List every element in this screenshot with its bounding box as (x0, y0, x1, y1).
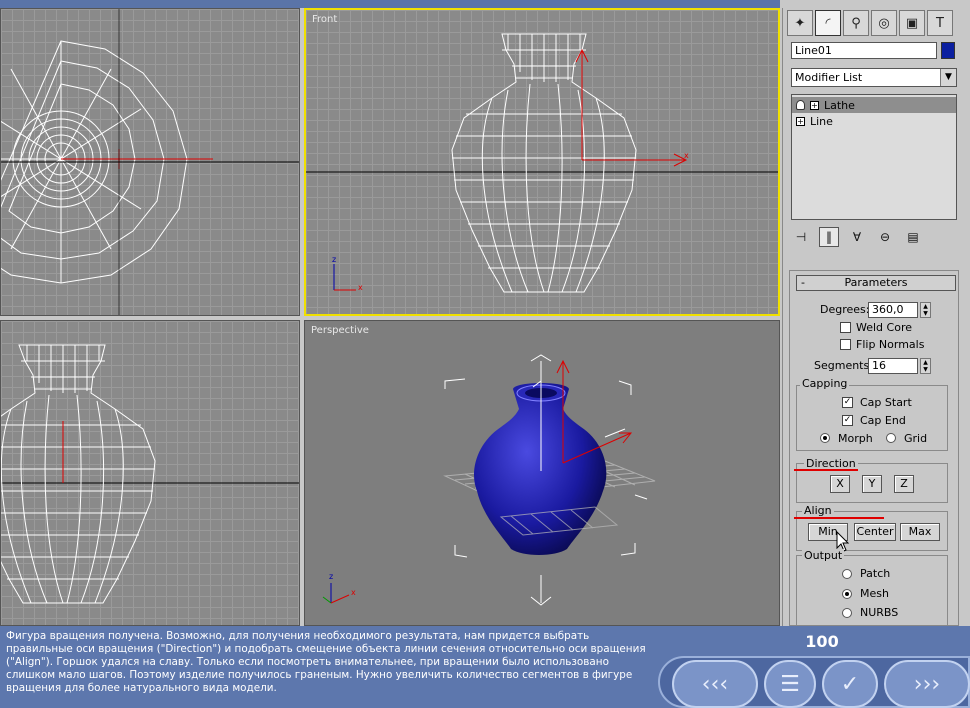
left-wireframe (1, 344, 299, 604)
display-icon[interactable]: ▣ (899, 10, 925, 36)
cap-end-checkbox[interactable]: ✓ (842, 415, 853, 426)
direction-underline (794, 469, 858, 471)
svg-text:x: x (684, 151, 689, 160)
patch-label: Patch (860, 567, 891, 580)
utilities-icon[interactable]: T (927, 10, 953, 36)
nurbs-radio[interactable] (842, 608, 852, 618)
previous-page-button[interactable]: ‹‹‹ (672, 660, 758, 708)
mesh-radio[interactable] (842, 589, 852, 599)
object-name-input[interactable]: Line01 (791, 42, 937, 59)
title-strip (0, 0, 780, 8)
viewport-front[interactable]: Front x zx (304, 8, 780, 316)
object-color-swatch[interactable] (941, 42, 955, 59)
perspective-scene: zx (322, 354, 656, 606)
motion-icon[interactable]: ◎ (871, 10, 897, 36)
morph-radio[interactable] (820, 433, 830, 443)
configure-sets-icon[interactable]: ▤ (903, 227, 923, 247)
flip-normals-checkbox[interactable] (840, 339, 851, 350)
viewport-perspective[interactable]: Perspective z x (304, 320, 780, 626)
grid-label: Grid (904, 432, 928, 445)
front-wireframe: x z x (306, 33, 778, 293)
patch-radio[interactable] (842, 569, 852, 579)
weld-core-checkbox[interactable] (840, 322, 851, 333)
weld-core-label: Weld Core (856, 321, 912, 334)
stack-item-label: Line (810, 114, 833, 128)
tutorial-description: Фигура вращения получена. Возможно, для … (6, 630, 646, 694)
checkmark-icon: ✓ (840, 671, 860, 697)
tutorial-bar: Фигура вращения получена. Возможно, для … (0, 626, 970, 708)
show-end-result-icon[interactable]: ‖ (819, 227, 839, 247)
lightbulb-icon[interactable] (796, 100, 805, 110)
top-wireframe (1, 9, 299, 315)
svg-text:z: z (329, 572, 333, 581)
viewport-left[interactable] (0, 320, 300, 626)
cap-start-label: Cap Start (860, 396, 912, 409)
flip-normals-label: Flip Normals (856, 338, 925, 351)
stack-item-lathe[interactable]: + Lathe (792, 97, 956, 113)
capping-title: Capping (800, 377, 850, 390)
output-title: Output (802, 549, 845, 562)
modify-icon[interactable]: ◜ (815, 10, 841, 36)
collapse-icon: - (801, 276, 805, 289)
create-icon[interactable]: ✦ (787, 10, 813, 36)
align-center-button[interactable]: Center (854, 523, 896, 541)
viewport-top[interactable] (0, 8, 300, 316)
align-underline (794, 517, 884, 519)
rollout-header[interactable]: - Parameters (796, 275, 956, 291)
hierarchy-icon[interactable]: ⚲ (843, 10, 869, 36)
check-button[interactable]: ✓ (822, 660, 878, 708)
modifier-stack: + Lathe + Line (791, 94, 957, 220)
morph-label: Morph (838, 432, 873, 445)
pin-stack-icon[interactable]: ⊣ (791, 227, 811, 247)
panel-tabs: ✦ ◜ ⚲ ◎ ▣ T (787, 10, 953, 36)
cap-end-label: Cap End (860, 414, 906, 427)
app-window: Front x zx Perspective z x ✦ ◜ ⚲ ◎ ▣ T L… (0, 0, 970, 708)
expand-icon[interactable]: + (796, 116, 805, 126)
direction-x-button[interactable]: X (830, 475, 850, 493)
parameters-rollout: - Parameters Degrees: 360,0 ▲ ▼ Weld Core… (789, 270, 959, 626)
grid-radio[interactable] (886, 433, 896, 443)
modifier-list-label: Modifier List (795, 71, 863, 84)
align-max-button[interactable]: Max (900, 523, 940, 541)
segments-spinner[interactable]: ▲ ▼ (920, 358, 931, 374)
command-panel: ✦ ◜ ⚲ ◎ ▣ T Line01 Modifier List ▼ + Lat… (782, 8, 970, 626)
svg-text:z: z (332, 255, 336, 264)
stack-item-label: Lathe (824, 98, 855, 112)
contents-button[interactable]: ☰ (764, 660, 816, 708)
segments-input[interactable]: 16 (868, 358, 918, 374)
page-number: 100 (805, 632, 839, 651)
make-unique-icon[interactable]: ∀ (847, 227, 867, 247)
direction-z-button[interactable]: Z (894, 475, 914, 493)
rollout-title: Parameters (844, 276, 908, 289)
segments-label: Segments: (814, 359, 873, 372)
svg-text:x: x (351, 588, 356, 597)
rewind-arrows-icon: ‹‹‹ (701, 671, 729, 697)
direction-y-button[interactable]: Y (862, 475, 882, 493)
degrees-label: Degrees: (820, 303, 870, 316)
cap-start-checkbox[interactable]: ✓ (842, 397, 853, 408)
mesh-label: Mesh (860, 587, 889, 600)
degrees-input[interactable]: 360,0 (868, 302, 918, 318)
degrees-spinner[interactable]: ▲ ▼ (920, 302, 931, 318)
nurbs-label: NURBS (860, 606, 899, 619)
expand-icon[interactable]: + (810, 100, 819, 110)
forward-arrows-icon: ››› (913, 671, 941, 697)
align-title: Align (802, 504, 834, 517)
menu-lines-icon: ☰ (780, 671, 800, 697)
stack-item-line[interactable]: + Line (792, 113, 956, 129)
chevron-down-icon[interactable]: ▼ (940, 69, 956, 86)
modifier-list-dropdown[interactable]: Modifier List ▼ (791, 68, 957, 87)
stack-toolbar: ⊣ ‖ ∀ ⊖ ▤ (791, 226, 957, 248)
next-page-button[interactable]: ››› (884, 660, 970, 708)
svg-text:x: x (358, 283, 363, 292)
remove-modifier-icon[interactable]: ⊖ (875, 227, 895, 247)
